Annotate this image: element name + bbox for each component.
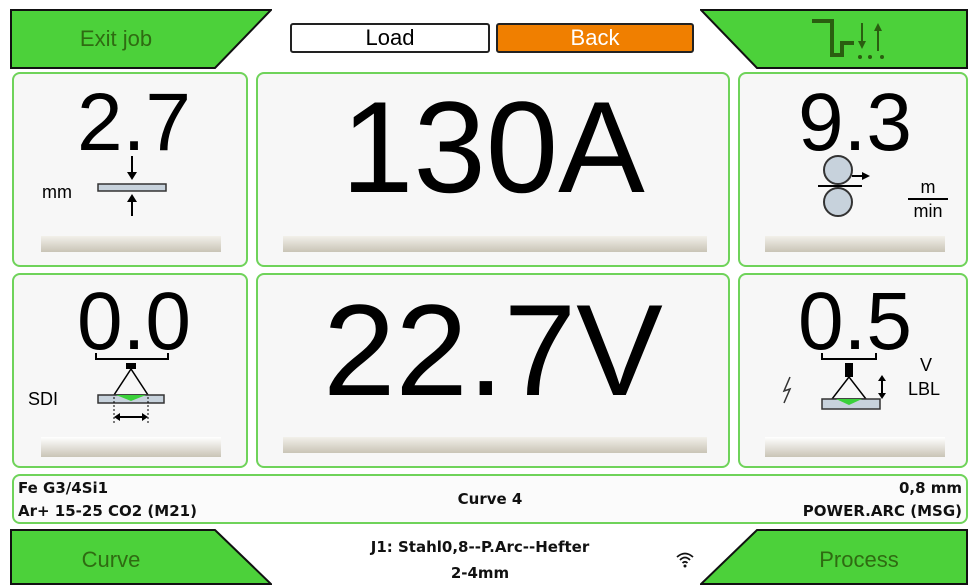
voltage-panel[interactable]: 22.7V (256, 273, 730, 468)
curve-label: Curve (81, 547, 141, 572)
back-label: Back (570, 25, 620, 50)
sheet-thickness-icon (97, 156, 167, 216)
current-panel[interactable]: 130A (256, 72, 730, 267)
arc-length-icon (821, 353, 886, 410)
sdi-bar (41, 437, 221, 457)
arc-length-unit: V (920, 355, 933, 375)
wifi-icon (676, 552, 694, 568)
wire-speed-unit-num: m (908, 176, 948, 200)
current-value: 130A (341, 74, 645, 220)
sequence-steps-icon (812, 19, 884, 59)
exit-job-label: Exit job (79, 26, 153, 51)
wire-feed-icon (818, 155, 870, 217)
current-bar (283, 236, 707, 252)
job-info: J1: Stahl0,8--P.Arc--Hefter 2-4mm (300, 534, 660, 586)
wire-speed-unit-den: min (913, 201, 943, 221)
wire-diameter-text: 0,8 mm (898, 479, 962, 497)
thickness-bar (41, 236, 221, 252)
wire-speed-value: 9.3 (798, 77, 912, 168)
sequence-button[interactable] (700, 9, 968, 69)
arc-length-label: LBL (908, 379, 941, 399)
thickness-panel[interactable]: 2.7 mm (12, 72, 248, 267)
wire-speed-bar (765, 236, 945, 252)
load-label: Load (365, 25, 415, 50)
thickness-value: 2.7 (77, 77, 191, 168)
info-strip: Fe G3/4Si1 Ar+ 15-25 CO2 (M21) Curve 4 0… (12, 474, 968, 524)
curve-button[interactable]: Curve (10, 529, 272, 585)
job-line-2: 2-4mm (450, 564, 510, 582)
voltage-bar (283, 437, 707, 453)
voltage-value: 22.7V (323, 277, 663, 423)
arc-length-bar (765, 437, 945, 457)
sdi-panel[interactable]: 0.0 SDI (12, 273, 248, 468)
lightning-icon (782, 376, 792, 404)
process-label: Process (819, 547, 899, 572)
process-text: POWER.ARC (MSG) (802, 502, 962, 520)
back-button[interactable]: Back (496, 23, 694, 53)
exit-job-button[interactable]: Exit job (10, 9, 272, 69)
wire-speed-unit: m min (908, 176, 948, 222)
thickness-unit: mm (42, 182, 72, 202)
wire-speed-panel[interactable]: 9.3 m min (738, 72, 968, 267)
arc-length-panel[interactable]: 0.5 V LBL (738, 273, 968, 468)
stickout-sdi-icon (95, 353, 169, 423)
load-button[interactable]: Load (290, 23, 490, 53)
softkey-shape (10, 529, 272, 585)
sdi-label: SDI (28, 389, 59, 409)
job-line-1: J1: Stahl0,8--P.Arc--Hefter (370, 538, 590, 556)
process-button[interactable]: Process (700, 529, 968, 585)
